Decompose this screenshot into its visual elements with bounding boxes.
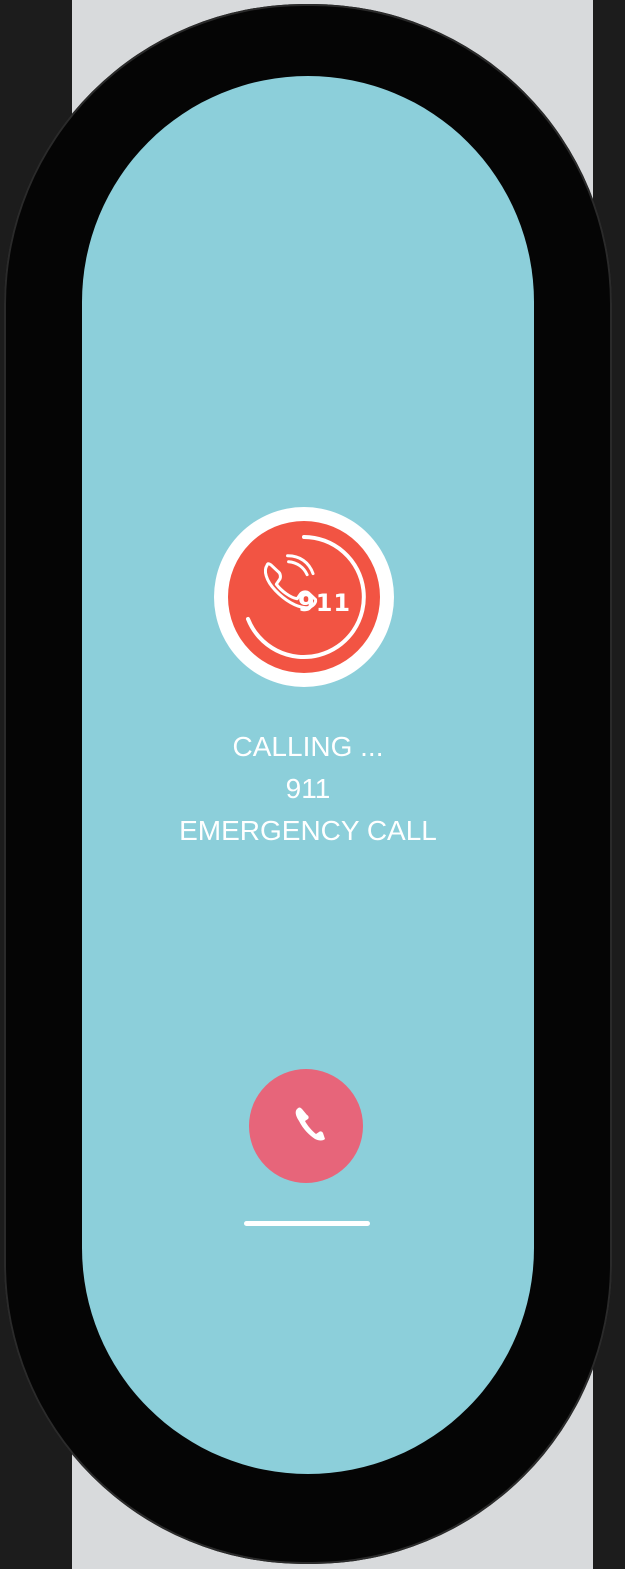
home-indicator[interactable] [244,1221,370,1226]
call-status: CALLING ... [232,731,384,762]
end-call-button[interactable] [249,1069,363,1183]
emergency-call-badge: 911 [214,507,394,687]
call-label: EMERGENCY CALL [179,815,437,846]
device-screen: 911 CALLING ... 911 EMERGENCY CALL [82,76,534,1474]
badge-number: 911 [298,589,352,617]
phone-hangup-icon [295,1107,325,1141]
emergency-call-badge-circle: 911 [228,521,380,673]
device-scene: 911 CALLING ... 911 EMERGENCY CALL [0,0,625,1569]
call-number: 911 [285,773,331,804]
